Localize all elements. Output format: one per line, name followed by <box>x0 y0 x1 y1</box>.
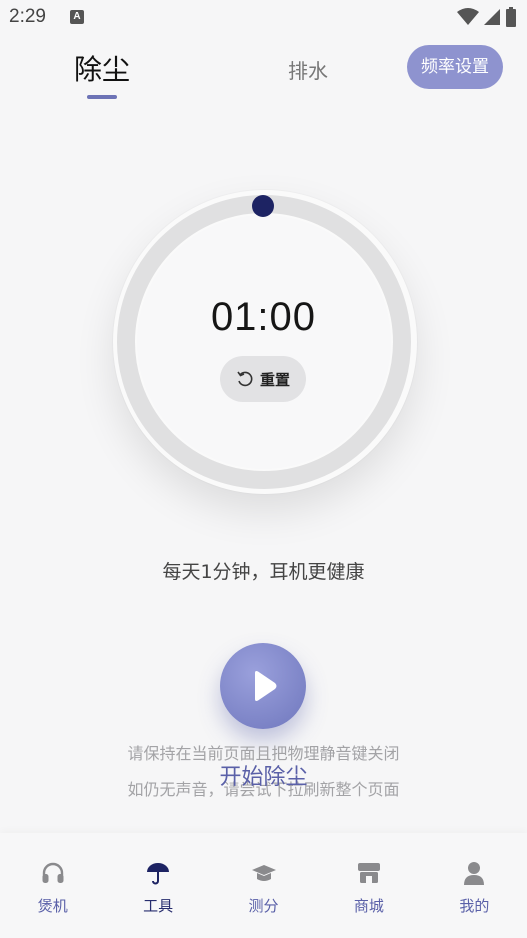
start-label[interactable]: 开始除尘 <box>0 759 527 791</box>
timer-display: 01:00 <box>210 295 317 339</box>
nav-label-store: 商城 <box>353 897 384 915</box>
play-icon <box>255 671 277 701</box>
nav-label-burn-in: 煲机 <box>37 897 68 915</box>
nav-item-profile[interactable]: 我的 <box>422 833 527 938</box>
signal-icon <box>484 9 500 25</box>
nav-label-tools: 工具 <box>143 897 174 915</box>
active-tab-indicator <box>87 95 117 99</box>
graduation-cap-icon <box>250 859 278 887</box>
health-tip: 每天1分钟，耳机更健康 <box>162 561 365 583</box>
nav-item-store[interactable]: 商城 <box>316 833 421 938</box>
wifi-icon <box>457 8 479 25</box>
notification-icon: A <box>70 10 84 24</box>
timer-inner-face <box>137 215 391 469</box>
nav-item-test-score[interactable]: 测分 <box>211 833 316 938</box>
tab-dust-removal[interactable]: 除尘 <box>74 48 130 88</box>
nav-label-test-score: 测分 <box>248 897 279 915</box>
reset-label: 重置 <box>259 371 290 389</box>
start-play-button[interactable] <box>220 643 306 729</box>
status-indicators <box>457 6 517 28</box>
tab-drain[interactable]: 排水 <box>288 55 328 84</box>
top-tabs: 除尘 排水 频率设置 <box>0 40 527 110</box>
status-time: 2:29 <box>9 6 46 27</box>
store-icon <box>355 859 383 887</box>
reset-icon <box>237 371 253 387</box>
timer-panel: 01:00 重置 <box>0 120 527 540</box>
headphones-icon <box>39 859 67 887</box>
umbrella-icon <box>144 859 172 887</box>
progress-knob[interactable] <box>252 195 274 217</box>
bottom-nav: 煲机 工具 测分 商城 我的 <box>0 833 527 938</box>
status-bar: 2:29 A <box>0 0 527 36</box>
battery-icon <box>506 7 516 27</box>
frequency-settings-button[interactable]: 频率设置 <box>407 45 503 89</box>
nav-item-tools[interactable]: 工具 <box>105 833 210 938</box>
nav-item-burn-in[interactable]: 煲机 <box>0 833 105 938</box>
nav-label-profile: 我的 <box>459 897 490 915</box>
user-icon <box>460 859 488 887</box>
reset-button[interactable]: 重置 <box>220 356 306 402</box>
